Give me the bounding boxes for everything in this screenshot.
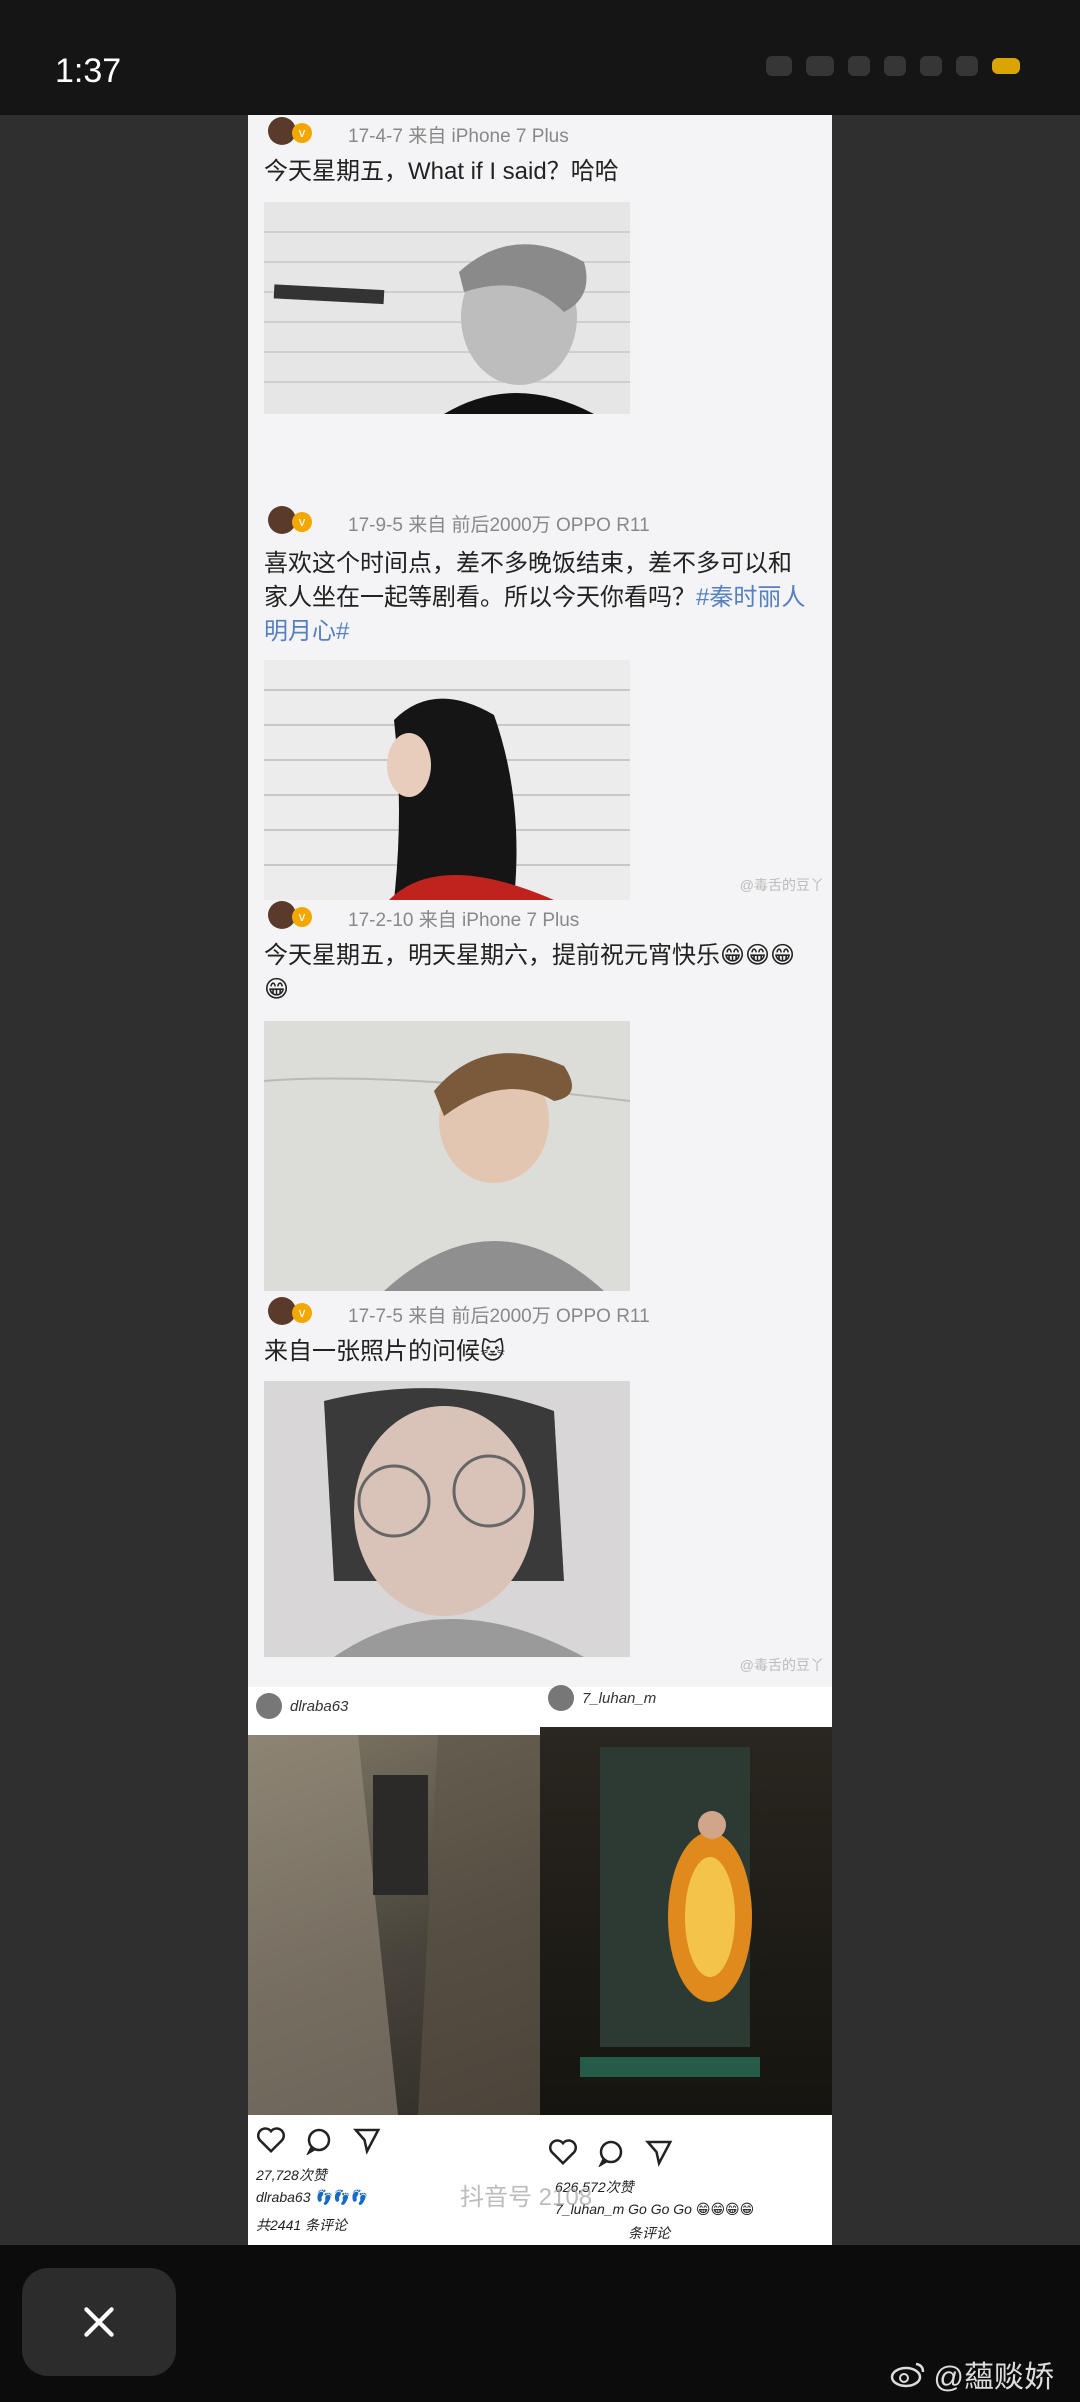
instagram-actions-left	[256, 2125, 382, 2155]
instagram-photo-right	[540, 1727, 832, 2115]
post-meta: v 17-7-5 来自 前后2000万 OPPO R11	[248, 1295, 832, 1329]
post-meta: v 17-4-7 来自 iPhone 7 Plus	[248, 115, 832, 149]
share-icon[interactable]	[352, 2125, 382, 2155]
notification-icon-4	[956, 56, 978, 76]
status-icons	[766, 56, 1020, 76]
post-text-body: 来自一张照片的问候🐱	[264, 1338, 506, 1365]
wifi-icon	[806, 56, 834, 76]
watermark-text: @蘊赕娇	[933, 2361, 1054, 2394]
post-text: 今天星期五，明天星期六，提前祝元宵快乐😁😁😁😁	[264, 939, 814, 1007]
signal-icon	[766, 56, 792, 76]
share-icon[interactable]	[644, 2137, 674, 2167]
verified-badge-icon: v	[292, 907, 312, 927]
tiktok-watermark: 抖音号 2108	[460, 2184, 593, 2211]
image-watermark: @毒舌的豆丫	[739, 877, 824, 893]
post-meta-text: 17-2-10 来自 iPhone 7 Plus	[348, 910, 580, 931]
avatar	[548, 1685, 574, 1711]
notification-icon-2	[884, 56, 906, 76]
instagram-actions-right	[548, 2137, 674, 2167]
verified-badge-icon: v	[292, 1303, 312, 1323]
instagram-header-left: dlraba63	[256, 1685, 348, 1727]
weibo-logo-icon	[890, 2362, 924, 2388]
post-text-body: 今天星期五，What if I said？哈哈	[264, 158, 619, 185]
portrait-photo-3	[264, 1021, 630, 1291]
image-watermark: @毒舌的豆丫	[739, 1657, 824, 1673]
verified-badge-icon: v	[292, 512, 312, 532]
username[interactable]: dlraba63	[290, 1698, 348, 1715]
post-text: 来自一张照片的问候🐱	[264, 1335, 814, 1369]
likes-count: 27,728次赞	[256, 2167, 327, 2183]
post-meta: v 17-9-5 来自 前后2000万 OPPO R11	[248, 504, 832, 538]
comments-count[interactable]: 条评论	[628, 2223, 670, 2243]
avatar	[256, 1693, 282, 1719]
post-photo	[264, 660, 630, 900]
portrait-photo-4	[264, 1381, 630, 1657]
status-time: 1:37	[55, 52, 122, 90]
post-text-body: 今天星期五，明天星期六，提前祝元宵快乐😁😁😁😁	[264, 942, 796, 1003]
verified-badge-icon: v	[292, 123, 312, 143]
doorway-photo	[580, 1747, 760, 2077]
comment-icon[interactable]	[596, 2137, 626, 2167]
post-meta-text: 17-9-5 来自 前后2000万 OPPO R11	[348, 515, 650, 536]
instagram-photo-left	[248, 1735, 540, 2115]
close-icon	[84, 2307, 114, 2337]
heart-icon[interactable]	[256, 2125, 286, 2155]
caption: dlraba63 👣👣👣	[256, 2189, 367, 2205]
post-photo	[264, 1381, 630, 1657]
weibo-watermark: @蘊赕娇	[890, 2352, 1054, 2396]
image-content[interactable]: v 17-4-7 来自 iPhone 7 Plus 今天星期五，What if …	[248, 115, 832, 2245]
close-button[interactable]	[22, 2268, 176, 2376]
post-text: 喜欢这个时间点，差不多晚饭结束，差不多可以和家人坐在一起等剧看。所以今天你看吗？…	[264, 547, 814, 649]
portrait-photo-2	[264, 660, 630, 900]
post-photo	[264, 1021, 630, 1291]
alley-photo	[248, 1735, 540, 2115]
battery-icon	[992, 58, 1020, 74]
heart-icon[interactable]	[548, 2137, 578, 2167]
notification-icon-3	[920, 56, 942, 76]
post-meta: v 17-2-10 来自 iPhone 7 Plus	[248, 899, 832, 933]
post-meta-text: 17-7-5 来自 前后2000万 OPPO R11	[348, 1306, 650, 1327]
comments-count[interactable]: 共2441 条评论	[256, 2215, 347, 2235]
notification-icon	[848, 56, 870, 76]
portrait-photo-1	[264, 202, 630, 414]
post-text: 今天星期五，What if I said？哈哈	[264, 155, 814, 189]
username[interactable]: 7_luhan_m	[582, 1690, 656, 1707]
post-photo	[264, 202, 630, 414]
comment-icon[interactable]	[304, 2125, 334, 2155]
instagram-header-right: 7_luhan_m	[548, 1677, 656, 1719]
status-bar: 1:37	[0, 0, 1080, 115]
post-meta-text: 17-4-7 来自 iPhone 7 Plus	[348, 126, 569, 147]
